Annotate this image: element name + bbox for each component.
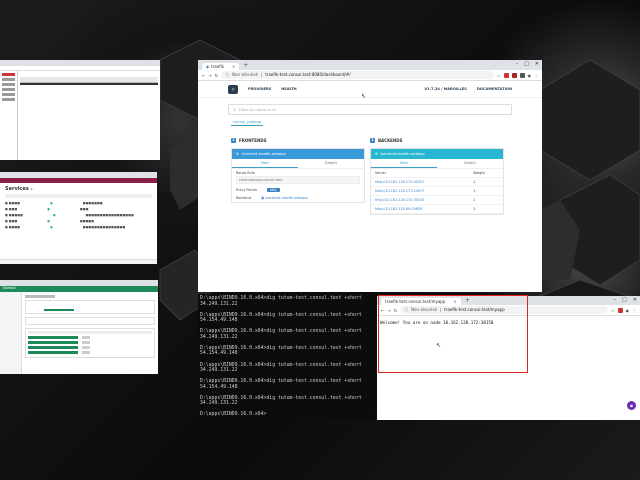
traefik-favicon-icon: ◆ xyxy=(206,64,210,69)
version-label: V1.7.24 / MAROILLES xyxy=(424,87,467,91)
maximize-icon[interactable]: □ xyxy=(622,297,627,303)
star-icon[interactable]: ☆ xyxy=(497,73,501,78)
consul-services-window[interactable]: Services 6 ■ ■■■■ ● ■■■■■■■ ■ ■■■ ● ■■■ ■ ■■… xyxy=(0,172,157,264)
mouse-cursor-icon: ↖ xyxy=(361,93,367,100)
tab-consul-catalog[interactable]: consul_catalog xyxy=(231,118,264,126)
tab-main[interactable]: Main xyxy=(232,159,298,168)
nomad-window[interactable]: Nomad xyxy=(0,280,158,374)
warning-icon: ⓘ xyxy=(404,307,409,312)
forward-icon[interactable]: → xyxy=(208,73,211,78)
table-row: http://10.162.128.171:24477 1 xyxy=(371,186,503,196)
mouse-cursor-icon: ↖ xyxy=(436,342,442,349)
chat-bubble-icon[interactable]: ◉ xyxy=(627,401,636,410)
table-row: http://10.162.128.172:30327 1 xyxy=(371,177,503,187)
services-heading: Services 6 xyxy=(5,186,33,192)
reload-icon[interactable]: ↻ xyxy=(394,308,397,313)
table-row: http://10.162.128.172:30150 1 xyxy=(371,195,503,205)
backend-link-row: Backend ▣ backend-traefik-webapp xyxy=(236,196,308,200)
new-tab-button[interactable]: + xyxy=(465,297,470,305)
globe-icon: ⊕ xyxy=(375,152,379,156)
search-icon: ⚲ xyxy=(233,107,236,112)
nav-documentation[interactable]: DOCUMENTATION xyxy=(477,87,512,91)
table-row: http://10.162.128.69:25839 1 xyxy=(371,204,503,214)
star-icon[interactable]: ☆ xyxy=(611,308,615,313)
browser-tab[interactable]: traefik-test.consul.test/myapp ✕ xyxy=(381,298,461,305)
forward-icon[interactable]: → xyxy=(387,308,390,313)
frontends-section: 1 FRONTENDS ⊕ frontend-traefik-webapp Main… xyxy=(231,138,365,218)
menu-icon[interactable]: ⋮ xyxy=(534,73,538,78)
browser-tab[interactable]: ◆ traefik ✕ xyxy=(202,63,240,70)
address-bar[interactable]: ⓘ Non sécurisé | traefik-test.consul.tes… xyxy=(400,306,608,314)
terminal-window[interactable]: D:\apps\BIND9.16.0.x64>dig tutum-test.co… xyxy=(198,294,375,420)
route-rule: Route Rule Host:webapp.consul.test xyxy=(232,169,364,186)
nav-health[interactable]: HEALTH xyxy=(281,87,296,91)
close-tab-icon[interactable]: ✕ xyxy=(232,64,235,69)
terminal-line: D:\apps\BIND9.16.0.x64> xyxy=(200,412,267,418)
left-nav-panel xyxy=(0,71,18,160)
globe-icon: ⊕ xyxy=(236,152,240,156)
warning-icon: ⓘ xyxy=(225,72,230,77)
backend-card: ⊕ backend-traefik-webapp Main Details Ser… xyxy=(370,148,504,215)
filter-input[interactable]: ⚲ Filter by name or id xyxy=(228,104,512,115)
traefik-logo: ◎ xyxy=(228,84,238,94)
terminal-line: D:\apps\BIND9.16.0.x64>dig tutum-test.co… xyxy=(200,379,362,385)
menu-icon[interactable]: ⋮ xyxy=(632,308,636,313)
reload-icon[interactable]: ↻ xyxy=(215,73,218,78)
frontend-card: ⊕ frontend-traefik-webapp Main Details Ro… xyxy=(231,148,365,203)
back-icon[interactable]: ← xyxy=(381,308,384,313)
app-browser-window[interactable]: traefik-test.consul.test/myapp ✕ + – □ ✕ ← … xyxy=(377,296,640,420)
profile-icon[interactable]: ◉ xyxy=(528,73,532,78)
extension-icon[interactable] xyxy=(617,307,623,313)
tab-main[interactable]: Main xyxy=(371,159,437,168)
entry-point-badge: http xyxy=(266,188,280,192)
page-body-text: Welcome! You are on node 10.162.128.172:… xyxy=(380,320,494,325)
backend-link[interactable]: ▣ backend-traefik-webapp xyxy=(261,196,308,200)
terminal-line: D:\apps\BIND9.16.0.x64>dig tutum-test.co… xyxy=(200,296,362,301)
servers-table: Server Weight http://10.162.128.172:30327… xyxy=(371,169,503,214)
address-bar[interactable]: ⓘ Non sécurisé | traefik-test.consul.tes… xyxy=(221,71,494,79)
close-window-icon[interactable]: ✕ xyxy=(535,61,539,67)
extension-icon[interactable] xyxy=(511,72,517,78)
close-window-icon[interactable]: ✕ xyxy=(633,297,637,303)
maximize-icon[interactable]: □ xyxy=(524,61,529,67)
tab-details[interactable]: Details xyxy=(437,159,503,168)
minimize-icon[interactable]: – xyxy=(516,61,519,67)
nav-providers[interactable]: PROVIDERS xyxy=(248,87,271,91)
traefik-browser-window[interactable]: ◆ traefik ✕ + – □ ✕ ← → ↻ ⓘ Non sécurisé | t… xyxy=(198,60,542,292)
top-left-window[interactable] xyxy=(0,60,160,160)
entry-points: Entry Points http xyxy=(232,186,364,194)
close-tab-icon[interactable]: ✕ xyxy=(453,299,456,304)
service-row[interactable]: ■ ■■■■ ● ■■■■■■■■■■■■■■■ xyxy=(5,224,152,230)
extension-icon[interactable] xyxy=(503,72,509,78)
backends-section: 1 BACKENDS ⊕ backend-traefik-webapp Main D… xyxy=(370,138,504,233)
back-icon[interactable]: ← xyxy=(202,73,205,78)
extension-icon[interactable] xyxy=(519,72,525,78)
tab-details[interactable]: Details xyxy=(298,159,364,168)
minimize-icon[interactable]: – xyxy=(614,297,617,303)
terminal-line: D:\apps\BIND9.16.0.x64>dig tutum-test.co… xyxy=(200,329,362,335)
profile-icon[interactable]: ◉ xyxy=(626,308,630,313)
new-tab-button[interactable]: + xyxy=(243,62,248,70)
